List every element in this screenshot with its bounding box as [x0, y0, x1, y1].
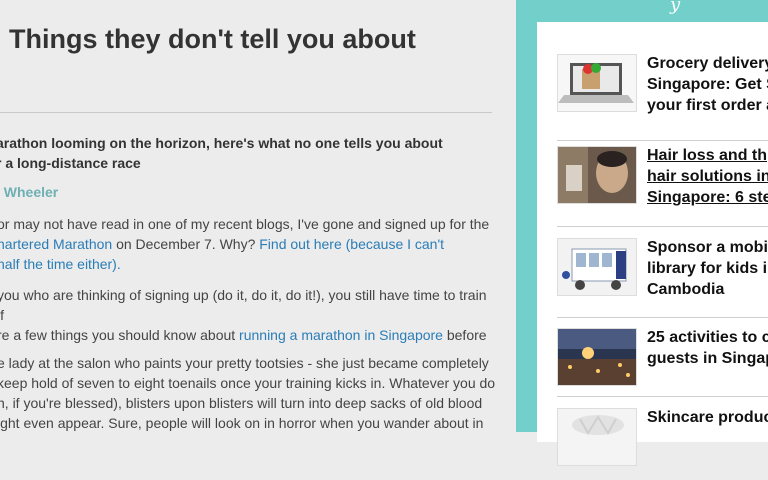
paragraph-text: e lady at the salon who paints your pret…: [0, 355, 489, 371]
related-item-hair-loss[interactable]: Hair loss and th hair solutions in Singa…: [557, 136, 768, 218]
library-vehicle-icon: [557, 238, 637, 296]
laptop-groceries-icon: [557, 54, 637, 112]
paragraph-text: or may not have read in one of my recent…: [0, 216, 490, 232]
title-line: Singapore: 6 ste: [647, 189, 768, 206]
find-out-link-continued[interactable]: half the time either).: [0, 256, 121, 272]
find-out-link[interactable]: Find out here (because I can't: [259, 236, 444, 252]
skincare-icon: [557, 408, 637, 466]
paragraph-text: you who are thinking of signing up (do i…: [0, 287, 487, 323]
paragraph-text: re a few things you should know about: [0, 327, 240, 343]
sidebar: y Grocery delivery Singapore: Get S your…: [516, 0, 768, 466]
article-subtitle: arathon looming on the horizon, here's w…: [0, 133, 496, 173]
sidebar-header-flourish: y: [670, 0, 681, 15]
hair-treatment-icon: [557, 146, 637, 204]
related-item-skincare[interactable]: Skincare produc: [557, 398, 768, 480]
related-item-library[interactable]: Sponsor a mobi library for kids i Cambod…: [557, 228, 768, 310]
title-line: Singapore: Get S: [647, 76, 768, 93]
city-night-icon: [557, 328, 637, 386]
related-item-title: Grocery delivery Singapore: Get S your f…: [647, 53, 768, 116]
running-marathon-link[interactable]: running a marathon in Singapore: [239, 327, 443, 343]
title-line: Grocery delivery: [647, 55, 768, 72]
paragraph-1: or may not have read in one of my recent…: [0, 214, 497, 274]
article-area: Things they don't tell you about arathon…: [0, 0, 516, 432]
author-name[interactable]: l Wheeler: [0, 184, 58, 200]
title-line: Sponsor a mobi: [647, 239, 768, 256]
title-divider: [0, 112, 492, 113]
title-line: guests in Singap: [647, 350, 768, 367]
paragraph-2: you who are thinking of signing up (do i…: [0, 285, 497, 345]
related-articles-panel: Grocery delivery Singapore: Get S your f…: [537, 22, 768, 466]
title-line: Skincare produc: [647, 409, 768, 426]
related-item-activities[interactable]: 25 activities to c guests in Singap: [557, 318, 768, 400]
subtitle-line: arathon looming on the horizon, here's w…: [0, 135, 443, 151]
title-line: Cambodia: [647, 281, 725, 298]
article-title: Things they don't tell you about: [9, 24, 416, 54]
title-line: your first order a: [647, 97, 768, 114]
paragraph-3: e lady at the salon who paints your pret…: [0, 353, 497, 432]
related-item-title: Sponsor a mobi library for kids i Cambod…: [647, 237, 768, 300]
paragraph-text: ight even appear. Sure, people will look…: [0, 415, 484, 431]
title-line: library for kids i: [647, 260, 768, 277]
title-line: Hair loss and th: [647, 147, 768, 164]
title-line: hair solutions in: [647, 168, 768, 185]
item-divider: [557, 396, 768, 397]
paragraph-text: before: [442, 327, 487, 343]
related-item-grocery[interactable]: Grocery delivery Singapore: Get S your f…: [557, 44, 768, 126]
paragraph-text: n, if you're blessed), blisters upon bli…: [0, 395, 483, 411]
related-item-title: Skincare produc: [647, 407, 768, 428]
title-line: 25 activities to c: [647, 329, 768, 346]
subtitle-line: r a long-distance race: [0, 155, 141, 171]
related-item-title: Hair loss and th hair solutions in Singa…: [647, 145, 768, 208]
paragraph-text: on December 7. Why?: [112, 236, 260, 252]
related-item-title: 25 activities to c guests in Singap: [647, 327, 768, 369]
item-divider: [557, 226, 768, 227]
paragraph-text: keep hold of seven to eight toenails onc…: [0, 375, 496, 391]
marathon-link[interactable]: hartered Marathon: [0, 236, 112, 252]
